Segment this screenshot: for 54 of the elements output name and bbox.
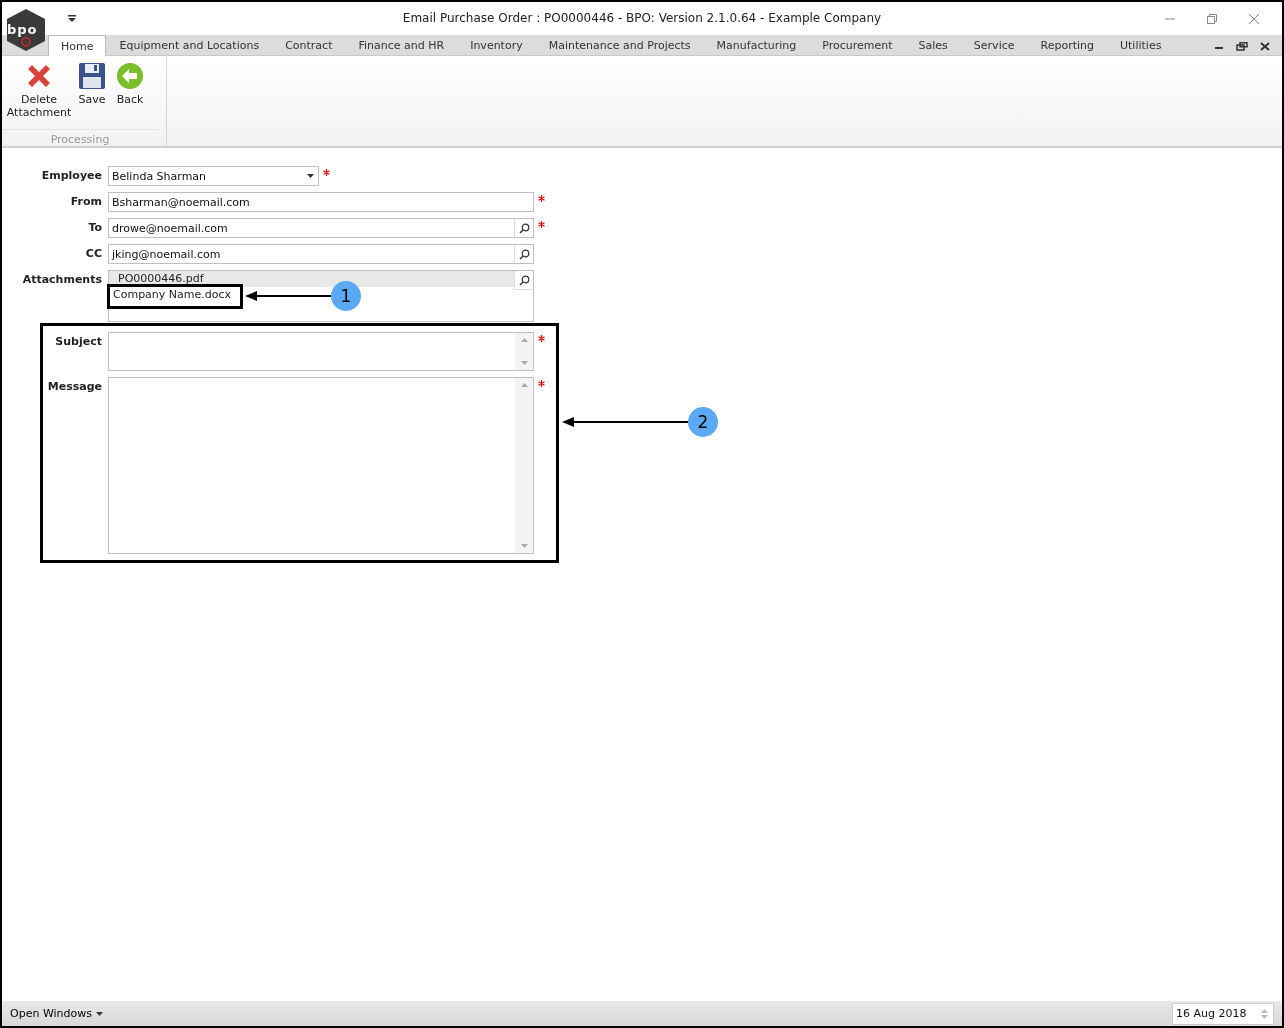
- ribbon-tab[interactable]: Maintenance and Projects: [535, 35, 704, 55]
- field-label: To: [88, 221, 102, 234]
- quick-access-caret-icon[interactable]: [68, 13, 76, 24]
- ribbon-tab[interactable]: Equipment and Locations: [106, 35, 273, 55]
- ribbon-tab[interactable]: Finance and HR: [345, 35, 458, 55]
- scroll-down-icon: [520, 361, 528, 365]
- caret-icon: [96, 1011, 103, 1016]
- search-icon: [518, 222, 530, 234]
- ribbon-group-label: Processing: [2, 129, 158, 146]
- open-windows-menu[interactable]: Open Windows: [10, 1007, 103, 1020]
- spin-down-icon: [1260, 1014, 1268, 1019]
- ribbon-button[interactable]: Save: [76, 62, 108, 123]
- scroll-down-icon: [520, 544, 528, 548]
- spin-up-icon: [1260, 1008, 1268, 1013]
- scrollbar[interactable]: [515, 378, 533, 553]
- close-icon: [1248, 12, 1260, 25]
- scroll-up-icon: [520, 383, 528, 387]
- scrollbar[interactable]: [515, 333, 533, 370]
- window-title: Email Purchase Order : PO0000446 - BPO: Version 2.1.0.64 - Example Company: [402, 11, 882, 25]
- scroll-up-icon: [520, 338, 528, 342]
- date-spinner[interactable]: 16 Aug 2018: [1172, 1002, 1274, 1025]
- ribbon-tab[interactable]: Inventory: [457, 35, 536, 55]
- ribbon-tab[interactable]: Contract: [272, 35, 346, 55]
- field-label: Attachments: [22, 273, 102, 286]
- lookup-field[interactable]: drowe@noemail.com: [108, 218, 534, 238]
- attachment-item[interactable]: Company Name.docx: [109, 287, 236, 303]
- search-button[interactable]: [514, 245, 533, 263]
- search-button[interactable]: [514, 219, 533, 237]
- ribbon-tab[interactable]: Service: [960, 35, 1028, 55]
- input-field[interactable]: Bsharman@noemail.com: [108, 192, 534, 212]
- ribbon-tab[interactable]: Procurement: [809, 35, 906, 55]
- restore-icon: [1206, 12, 1218, 25]
- callout-number: 2: [688, 407, 718, 437]
- search-icon: [518, 248, 530, 260]
- field-label: From: [70, 195, 102, 208]
- ribbon-tab[interactable]: Home: [48, 35, 107, 56]
- close-icon[interactable]: [1260, 42, 1270, 51]
- lookup-field[interactable]: jking@noemail.com: [108, 244, 534, 264]
- ribbon-tab[interactable]: Manufacturing: [703, 35, 810, 55]
- ribbon-tab[interactable]: Sales: [905, 35, 961, 55]
- search-button[interactable]: [514, 271, 533, 290]
- field-label: CC: [85, 247, 102, 260]
- dropdown-caret-icon: [307, 174, 314, 178]
- field-label: Employee: [41, 169, 102, 182]
- ribbon-tab[interactable]: Reporting: [1027, 35, 1107, 55]
- ribbon-tab[interactable]: Utilities: [1107, 35, 1175, 55]
- field-label: Subject: [55, 335, 102, 348]
- ribbon-button[interactable]: Back: [114, 62, 146, 123]
- field-label: Message: [47, 380, 102, 393]
- restore-icon[interactable]: [1236, 42, 1248, 51]
- search-icon: [518, 274, 530, 286]
- attachment-item[interactable]: PO0000446.pdf: [109, 271, 514, 287]
- ribbon-button[interactable]: Delete Attachment: [8, 62, 70, 123]
- employee-dropdown[interactable]: Belinda Sharman: [108, 166, 319, 186]
